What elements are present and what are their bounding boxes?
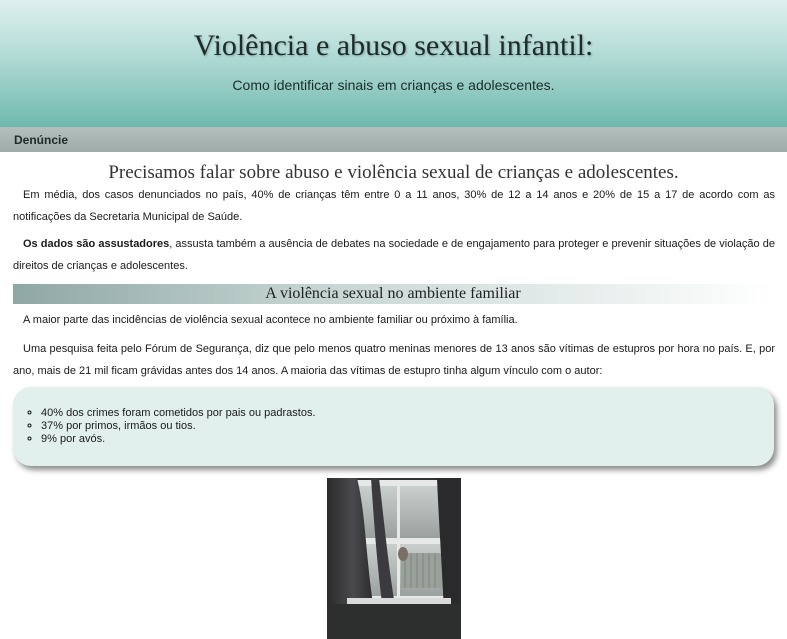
child-at-window-photo (327, 478, 461, 639)
navigation-bar: Denúncie (0, 127, 787, 152)
photo-illustration (327, 478, 461, 639)
statistics-list: 40% dos crimes foram cometidos por pais … (41, 407, 316, 446)
paragraph-family-environment: A maior parte das incidências de violênc… (23, 314, 518, 326)
list-item: 40% dos crimes foram cometidos por pais … (41, 407, 316, 420)
paragraph-bold-lead: Os dados são assustadores (23, 238, 170, 250)
page-header: Violência e abuso sexual infantil: Como … (0, 0, 787, 127)
section-title: A violência sexual no ambiente familiar (265, 285, 521, 302)
list-item: 9% por avós. (41, 433, 316, 446)
nav-link-denuncie[interactable]: Denúncie (14, 133, 68, 147)
statistics-box: 40% dos crimes foram cometidos por pais … (13, 387, 774, 466)
main-heading: Precisamos falar sobre abuso e violência… (108, 162, 679, 183)
page-title: Violência e abuso sexual infantil: (193, 29, 594, 62)
page-subtitle: Como identificar sinais em crianças e ad… (232, 77, 555, 93)
list-item: 37% por primos, irmãos ou tios. (41, 420, 316, 433)
paragraph-research: Uma pesquisa feita pelo Fórum de Seguran… (13, 343, 775, 377)
section-title-bar: A violência sexual no ambiente familiar (13, 284, 773, 304)
paragraph-statistics: Em média, dos casos denunciados no país,… (13, 189, 775, 223)
paragraph-data-alarming: Os dados são assustadores, assusta també… (13, 233, 775, 277)
